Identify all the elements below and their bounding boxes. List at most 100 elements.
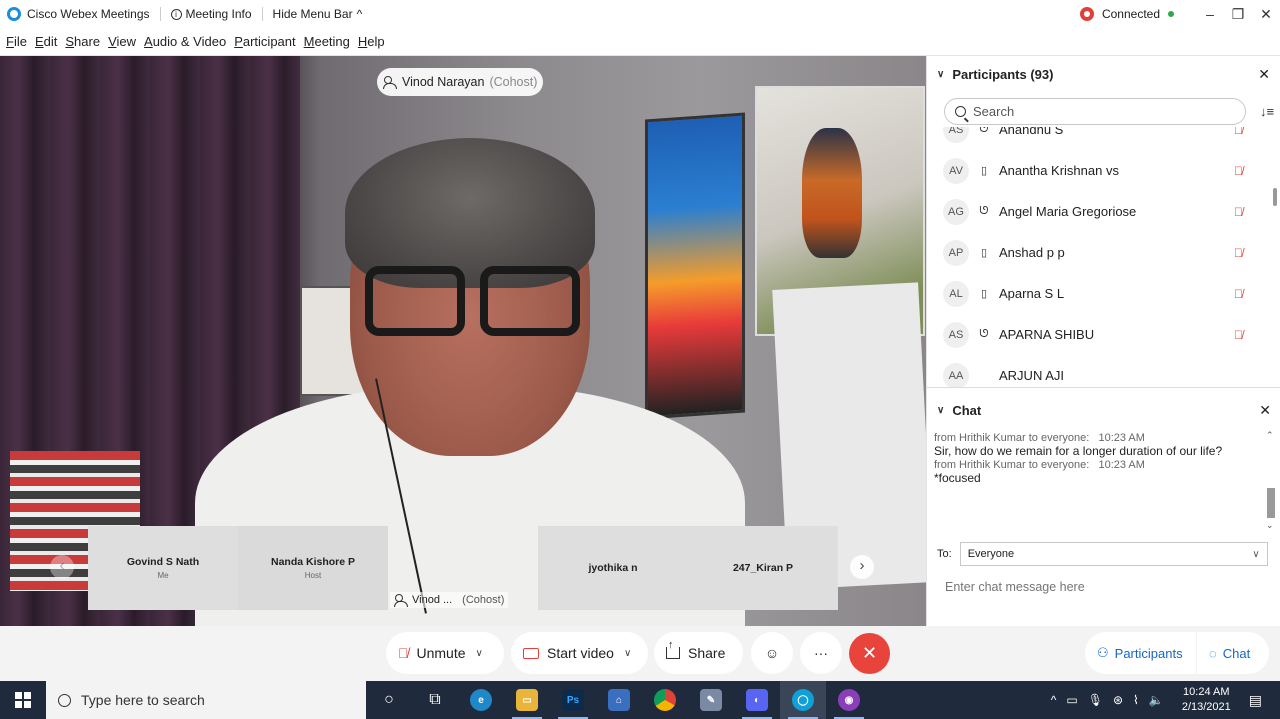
filmstrip-tile-name: Govind S Nath (126, 556, 200, 568)
meeting-controls-bar: 🎙̸ Unmute ∨ Start video ∨ Share ☺ ··· ✕ … (0, 626, 1280, 681)
collapse-chevron-icon[interactable]: ∨ (937, 69, 944, 80)
filmstrip-tile-role: (Cohost) (462, 594, 505, 606)
discord-icon[interactable]: ◐ (734, 681, 780, 719)
participant-list: AS ᘎ Anandhu S 🎙̸ AV ▯ Anantha Krishnan … (927, 127, 1267, 387)
sort-icon[interactable]: ↓≡ (1260, 104, 1274, 119)
battery-icon[interactable]: ▭ (1066, 693, 1077, 707)
filmstrip-tile[interactable]: jyothika n (538, 526, 688, 610)
collapse-chevron-icon[interactable]: ∨ (937, 405, 944, 416)
muted-mic-icon[interactable]: 🎙̸ (1234, 246, 1243, 260)
file-explorer-icon[interactable]: ▭ (504, 681, 550, 719)
task-view-icon[interactable]: ⧉ (412, 681, 458, 719)
filmstrip-tile[interactable]: 247_Kiran P (688, 526, 838, 610)
chat-message-input[interactable] (945, 580, 1245, 594)
participants-panel-button[interactable]: ⚇ Participants (1085, 632, 1196, 674)
person-icon: ⚇ (1097, 645, 1109, 660)
webex-taskbar-icon[interactable]: ◯ (780, 681, 826, 719)
unmute-button[interactable]: 🎙̸ Unmute ∨ (386, 632, 504, 674)
leave-meeting-button[interactable]: ✕ (849, 633, 890, 674)
phone-icon: ▯ (980, 247, 988, 259)
menu-help[interactable]: Help (358, 34, 385, 49)
menu-meeting[interactable]: Meeting (304, 34, 350, 49)
taskbar-clock[interactable]: 10:24 AM 2/13/2021 (1182, 685, 1231, 715)
phone-icon: ▯ (980, 288, 988, 300)
filmstrip-prev-button[interactable]: ‹ (50, 555, 74, 579)
menu-audio-video[interactable]: Audio & Video (144, 34, 226, 49)
reactions-button[interactable]: ☺ (751, 632, 793, 674)
participant-row[interactable]: AG ᘎ Angel Maria Gregoriose 🎙̸ (927, 191, 1267, 232)
volume-icon[interactable]: 🔈 (1149, 693, 1164, 707)
webex-logo-icon (7, 7, 21, 21)
muted-mic-icon[interactable]: 🎙̸ (1234, 287, 1243, 301)
participant-row[interactable]: AP ▯ Anshad p p 🎙̸ (927, 232, 1267, 273)
participant-row[interactable]: AS ᘎ Anandhu S 🎙̸ (927, 127, 1267, 150)
wifi-icon[interactable]: ⌇ (1133, 693, 1139, 707)
start-button[interactable] (0, 681, 46, 719)
filmstrip-tile-name: jyothika n (588, 562, 638, 574)
chat-log: from Hrithik Kumar to everyone: 10:23 AM… (934, 432, 1264, 486)
smiley-icon: ☺ (764, 645, 780, 661)
taskbar-search-box[interactable]: Type here to search (46, 681, 366, 719)
minimize-button[interactable]: – (1196, 6, 1224, 22)
close-chat-button[interactable]: ✕ (1259, 402, 1271, 419)
photoshop-icon[interactable]: Ps (550, 681, 596, 719)
filmstrip-tile[interactable]: Govind S Nath Me (88, 526, 238, 610)
chat-scrollbar[interactable]: ⌃ ⌄ (1265, 430, 1277, 532)
menu-share[interactable]: Share (65, 34, 100, 49)
participant-row[interactable]: AS ᘎ APARNA SHIBU 🎙̸ (927, 314, 1267, 355)
active-speaker-video: Vinod Narayan (Cohost) ‹ Govind S Nath M… (0, 56, 926, 626)
info-icon: i (170, 8, 182, 20)
chat-message-text: *focused (934, 471, 981, 485)
app-purple-icon[interactable]: ◉ (826, 681, 872, 719)
title-separator (159, 7, 161, 21)
store-icon[interactable]: ⌂ (596, 681, 642, 719)
muted-mic-icon[interactable]: 🎙̸ (1234, 164, 1243, 178)
participant-row[interactable]: AA ARJUN AJI (927, 355, 1267, 387)
headset-icon: ᘎ (979, 328, 989, 340)
close-participants-button[interactable]: ✕ (1258, 66, 1270, 83)
location-icon[interactable]: ⊛ (1113, 693, 1123, 707)
chevron-up-icon[interactable]: ^ (1051, 693, 1057, 707)
notification-icon[interactable]: ▤ (1249, 692, 1262, 709)
chevron-down-icon[interactable]: ∨ (476, 648, 483, 659)
close-window-button[interactable]: ✕ (1252, 6, 1280, 23)
muted-mic-icon[interactable]: 🎙̸ (1234, 205, 1243, 219)
participant-name: Aparna S L (999, 286, 1065, 301)
participant-name: Angel Maria Gregoriose (999, 204, 1137, 219)
participant-row[interactable]: AV ▯ Anantha Krishnan vs 🎙̸ (927, 150, 1267, 191)
menu-participant[interactable]: Participant (234, 34, 295, 49)
chrome-icon[interactable] (642, 681, 688, 719)
paint-icon[interactable]: ✎ (688, 681, 734, 719)
cohost-icon (383, 75, 397, 89)
muted-mic-icon[interactable]: 🎙̸ (1234, 127, 1243, 137)
filmstrip-tile-name: Vinod ... (412, 594, 453, 606)
chat-panel-button[interactable]: ◌ Chat (1197, 632, 1269, 674)
avatar: AS (943, 321, 969, 348)
connection-icon (1079, 7, 1094, 21)
more-options-button[interactable]: ··· (800, 632, 842, 674)
participant-list-scrollbar[interactable] (1273, 188, 1277, 206)
edge-browser-icon[interactable]: e (458, 681, 504, 719)
participant-search-input[interactable]: Search (944, 98, 1246, 125)
cortana-icon[interactable]: ○ (366, 681, 412, 719)
menu-edit[interactable]: Edit (35, 34, 57, 49)
video-off-icon (523, 647, 539, 659)
search-icon (58, 693, 71, 707)
share-button[interactable]: Share (654, 632, 743, 674)
muted-mic-icon[interactable]: 🎙̸ (1234, 328, 1243, 342)
start-video-button[interactable]: Start video ∨ (511, 632, 648, 674)
participants-panel-title: Participants (93) (952, 66, 1054, 82)
participants-button-label: Participants (1114, 645, 1183, 661)
microphone-icon[interactable]: 🎙 (1088, 693, 1103, 707)
meeting-info-button[interactable]: i Meeting Info (170, 7, 252, 21)
avatar: AL (943, 280, 969, 307)
filmstrip-tile[interactable]: Nanda Kishore P Host (238, 526, 388, 610)
restore-button[interactable]: ❐ (1224, 6, 1252, 23)
participant-row[interactable]: AL ▯ Aparna S L 🎙̸ (927, 273, 1267, 314)
chevron-down-icon[interactable]: ∨ (624, 648, 631, 659)
chat-recipient-select[interactable]: Everyone ∨ (959, 542, 1268, 566)
menu-file[interactable]: File (6, 34, 27, 49)
hide-menu-bar-button[interactable]: Hide Menu Bar ^ (273, 7, 363, 21)
menu-view[interactable]: View (108, 34, 136, 49)
filmstrip-next-button[interactable]: › (850, 555, 874, 579)
